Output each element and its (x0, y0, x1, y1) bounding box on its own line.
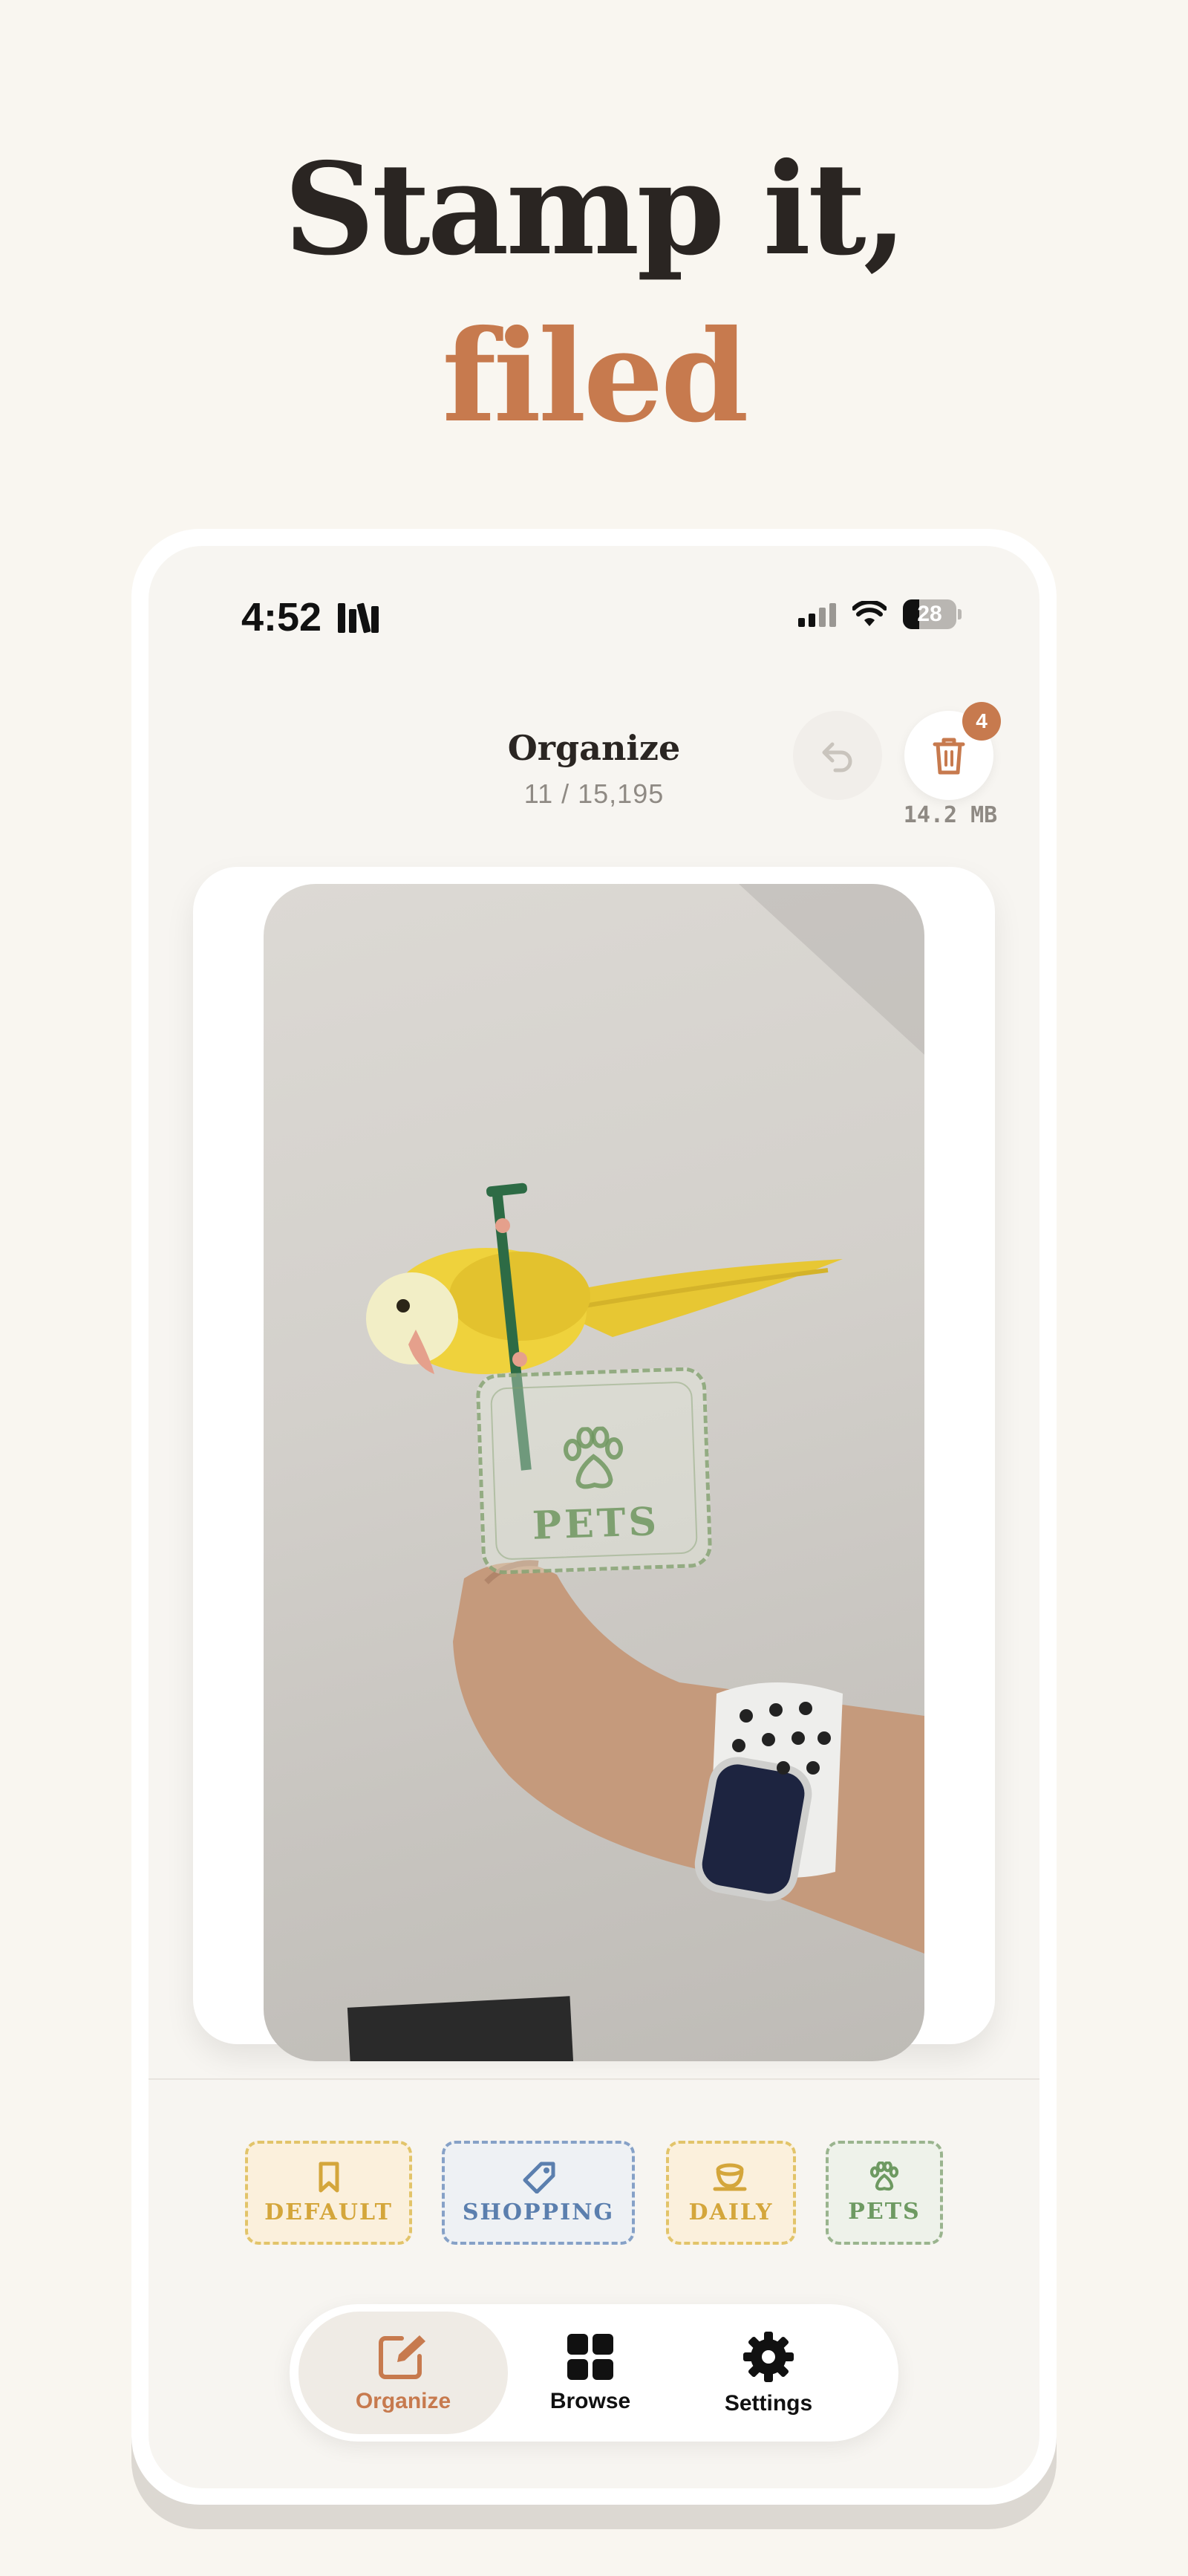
battery-level: 28 (917, 602, 942, 626)
tab-label: Browse (549, 2388, 631, 2413)
tag-label: DEFAULT (264, 2199, 393, 2225)
status-indicators: 28 (798, 599, 962, 629)
grid-icon (567, 2333, 613, 2380)
tag-pets[interactable]: PETS (826, 2141, 943, 2245)
tab-bar: Organize Browse Settings (290, 2304, 898, 2442)
pets-stamp-label: PETS (531, 1498, 660, 1549)
photo-preview[interactable]: PETS (264, 884, 924, 2061)
tag-shopping[interactable]: SHOPPING (442, 2141, 635, 2245)
tag-stamp-row: DEFAULT SHOPPING DAILY PETS (148, 2141, 1040, 2252)
divider (148, 2078, 1040, 2080)
headline-line-2: filed (442, 302, 748, 451)
coffee-cup-icon (713, 2163, 746, 2190)
marketing-headline: Stamp it, filed (0, 126, 1188, 461)
tag-daily[interactable]: DAILY (666, 2141, 796, 2245)
trash-icon (933, 738, 965, 775)
battery-tip (958, 609, 962, 619)
price-tag-icon (523, 2162, 555, 2193)
trash-count-badge: 4 (962, 702, 1001, 741)
edit-icon (379, 2335, 425, 2379)
trash-size-label: 14.2 MB (903, 802, 998, 828)
wifi-icon (852, 601, 887, 626)
gear-icon (743, 2331, 794, 2382)
tab-organize[interactable]: Organize (298, 2312, 508, 2434)
app-screen: 4:52 28 Organize 11 / 15,195 4 14.2 MB P… (148, 546, 1040, 2488)
battery-icon: 28 (903, 599, 956, 629)
undo-icon (822, 742, 852, 773)
tag-label: DAILY (688, 2199, 774, 2225)
tag-label: PETS (848, 2198, 921, 2225)
status-time: 4:52 (241, 595, 322, 640)
tag-label: SHOPPING (462, 2199, 615, 2225)
paw-icon (869, 2161, 899, 2190)
tab-settings[interactable]: Settings (694, 2312, 843, 2434)
cellular-signal-icon (798, 602, 836, 627)
undo-button[interactable] (793, 711, 882, 800)
library-status-icon (338, 602, 381, 634)
tab-label: Organize (355, 2388, 451, 2413)
tab-browse[interactable]: Browse (527, 2312, 653, 2434)
bookmark-icon (319, 2162, 339, 2192)
tag-default[interactable]: DEFAULT (245, 2141, 412, 2245)
pets-stamp-overlay: PETS (475, 1366, 713, 1575)
paw-icon (564, 1425, 623, 1489)
tab-label: Settings (724, 2390, 813, 2416)
headline-line-1: Stamp it, (284, 135, 907, 284)
